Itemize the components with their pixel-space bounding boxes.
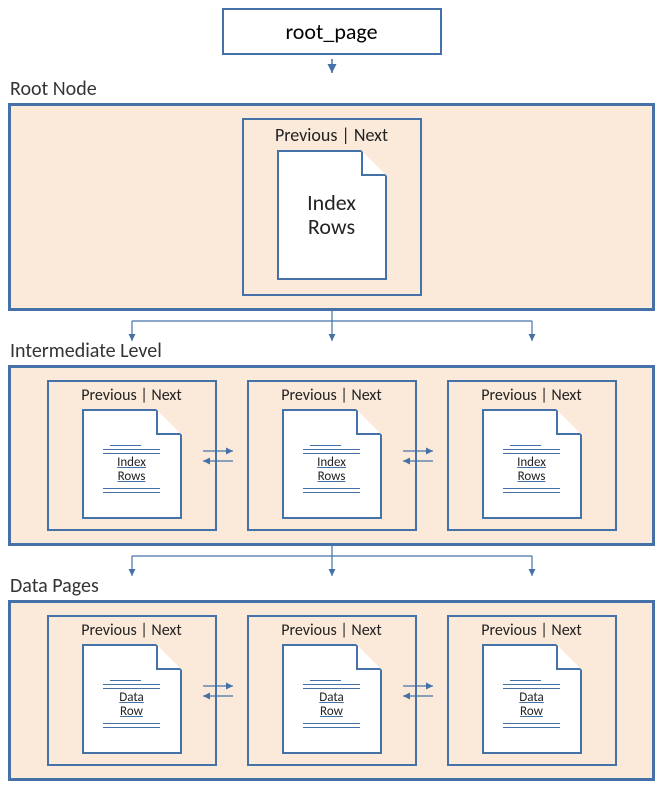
page-text: Index Rows [307, 191, 356, 239]
section-label-data: Data Pages [10, 574, 655, 598]
level-intermediate-container: Previous | NextIndex RowsPrevious | Next… [8, 365, 655, 546]
page-fold-icon [361, 150, 387, 176]
sibling-arrows-data [11, 676, 652, 706]
root-page-label: root_page [285, 18, 377, 45]
page-fold-icon [356, 644, 382, 670]
prev-next-label: Previous | Next [281, 386, 382, 405]
root-node-box: Previous | Next Index Rows [242, 118, 422, 296]
page-fold-icon [556, 409, 582, 435]
arrow-root-to-level0 [322, 59, 342, 77]
prev-next-label: Previous | Next [275, 124, 388, 146]
page-icon: Index Rows [277, 150, 387, 280]
sibling-arrows-intermediate [11, 441, 652, 471]
level-data-container: Previous | NextData RowPrevious | NextDa… [8, 600, 655, 781]
page-fold-icon [156, 644, 182, 670]
page-lines-icon [103, 488, 161, 493]
level-root-container: Previous | Next Index Rows [8, 103, 655, 311]
page-lines-icon [103, 723, 161, 728]
page-lines-icon [303, 723, 361, 728]
prev-next-label: Previous | Next [81, 621, 182, 640]
page-fold-icon [356, 409, 382, 435]
prev-next-label: Previous | Next [281, 621, 382, 640]
page-fold-icon [556, 644, 582, 670]
section-label-root: Root Node [10, 77, 655, 101]
section-label-intermediate: Intermediate Level [10, 339, 655, 363]
page-lines-icon [503, 723, 561, 728]
root-page-box: root_page [222, 8, 442, 55]
page-lines-icon [503, 488, 561, 493]
prev-next-label: Previous | Next [81, 386, 182, 405]
prev-next-label: Previous | Next [481, 386, 582, 405]
prev-next-label: Previous | Next [481, 621, 582, 640]
page-lines-icon [303, 488, 361, 493]
page-fold-icon [156, 409, 182, 435]
